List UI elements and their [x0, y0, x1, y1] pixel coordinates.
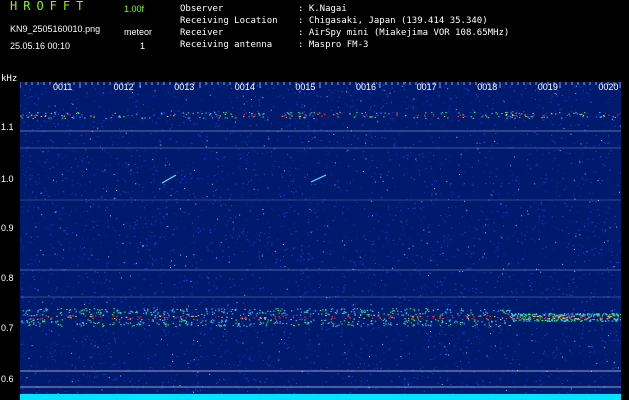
spectrogram-canvas [20, 82, 621, 400]
x-tick-label: 0019 [537, 82, 558, 92]
antenna-key: Receiving antenna [180, 40, 273, 50]
x-tick-label: 0012 [113, 82, 134, 92]
location-value: : Chigasaki, Japan (139.414 35.340) [298, 16, 488, 26]
antenna-value: : Maspro FM-3 [298, 40, 369, 50]
y-tick-label: 1.0 [1, 174, 14, 184]
meteor-echo [310, 174, 327, 183]
x-tick-label: 0015 [295, 82, 316, 92]
mode-label: meteor [124, 27, 153, 37]
version-label: 1.00f [124, 4, 145, 14]
y-axis-unit: kHz [1, 74, 18, 84]
observer-value: : K.Nagai [298, 4, 347, 14]
y-tick-label: 0.8 [1, 273, 14, 283]
y-tick-label: 0.7 [1, 323, 14, 333]
location-key: Receiving Location [180, 16, 278, 26]
app-title: HROFFT [10, 0, 90, 13]
x-tick-label: 0013 [174, 82, 195, 92]
x-tick-label: 0016 [356, 82, 377, 92]
meteor-echo [161, 174, 177, 184]
y-tick-label: 1.1 [1, 122, 14, 132]
timestamp-label: 25.05.16 00:10 [10, 41, 71, 51]
x-tick-label: 0014 [234, 82, 255, 92]
x-tick-label: 0011 [53, 82, 73, 92]
receiver-key: Receiver [180, 28, 224, 38]
x-tick-label: 0017 [416, 82, 437, 92]
spectrogram [20, 82, 621, 400]
y-tick-label: 0.6 [1, 374, 14, 384]
mode-value: 1 [140, 41, 146, 51]
observer-key: Observer [180, 4, 224, 14]
y-tick-label: 0.9 [1, 223, 14, 233]
x-tick-label: 0020 [598, 82, 619, 92]
filename-label: KN9_2505160010.png [10, 24, 101, 34]
receiver-value: : AirSpy mini (Miakejima VOR 108.65MHz) [298, 28, 510, 38]
x-tick-label: 0018 [477, 82, 498, 92]
header-panel: HROFFT 1.00f KN9_2505160010.png meteor 2… [0, 0, 629, 78]
baseline-strip [20, 394, 621, 400]
